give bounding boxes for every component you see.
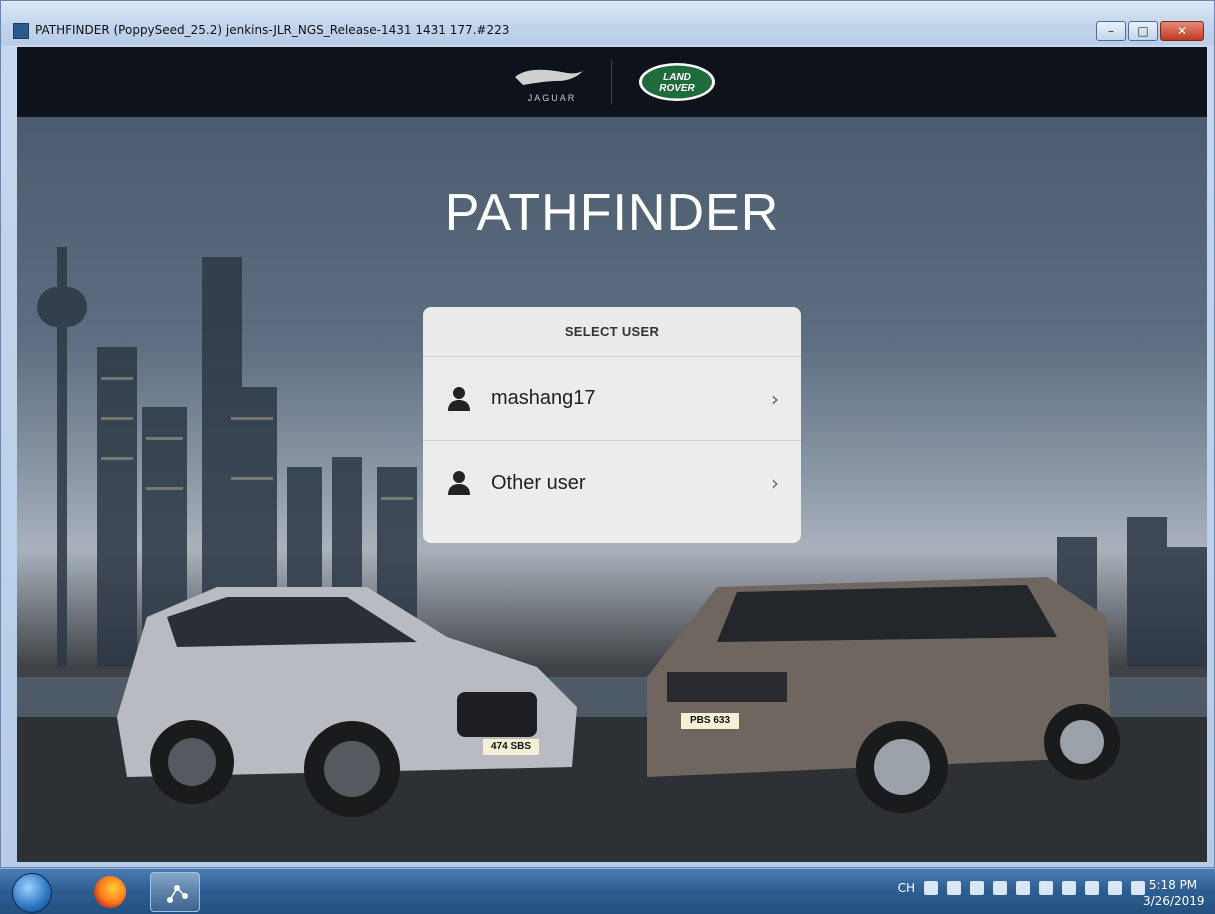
land-rover-license-plate: PBS 633 <box>689 715 731 726</box>
user-icon <box>448 471 470 495</box>
device-icon[interactable] <box>1062 881 1076 895</box>
chevron-right-icon: › <box>771 386 779 411</box>
action-center-flag-icon[interactable] <box>1039 881 1053 895</box>
start-button[interactable] <box>12 873 52 913</box>
taskbar-firefox[interactable] <box>86 872 136 912</box>
svg-text:ROVER: ROVER <box>659 83 695 94</box>
land-rover-logo-icon: LAND ROVER <box>639 63 715 101</box>
language-indicator[interactable]: CH <box>898 881 915 895</box>
window-title: PATHFINDER (PoppySeed_25.2) jenkins-JLR_… <box>35 23 510 37</box>
clock-time: 5:18 PM <box>1148 878 1198 892</box>
brand-bar: JAGUAR LAND ROVER <box>17 47 1207 117</box>
pathfinder-app: 474 SBS PBS 633 JAGUAR LAND ROVER PATHFI… <box>17 47 1207 862</box>
system-tray: CH <box>898 881 1145 895</box>
chevron-right-icon: › <box>771 471 779 495</box>
title-bar[interactable]: PATHFINDER (PoppySeed_25.2) jenkins-JLR_… <box>1 1 1214 45</box>
user-row-mashang17[interactable]: mashang17 › <box>423 357 801 441</box>
firefox-icon <box>94 876 126 908</box>
taskbar-pathfinder[interactable] <box>150 872 200 912</box>
minimize-button[interactable]: – <box>1096 21 1126 41</box>
taskbar: CH 5:18 PM 3/26/2019 <box>0 868 1215 914</box>
volume-icon[interactable] <box>1108 881 1122 895</box>
svg-text:LAND: LAND <box>663 72 691 83</box>
user-icon <box>448 386 470 411</box>
brand-divider <box>611 59 612 105</box>
app-window-icon <box>13 23 29 39</box>
jaguar-wordmark: JAGUAR <box>527 93 577 103</box>
clock-date: 3/26/2019 <box>1143 894 1205 908</box>
pathfinder-app-icon <box>167 885 188 903</box>
display-icon[interactable] <box>1085 881 1099 895</box>
select-user-card: SELECT USER mashang17 › Other user › <box>423 307 801 543</box>
network-icon[interactable] <box>970 881 984 895</box>
security-icon[interactable] <box>993 881 1007 895</box>
user-name: Other user <box>491 471 586 494</box>
notification-icon[interactable] <box>1016 881 1030 895</box>
system-clock[interactable]: 5:18 PM 3/26/2019 <box>1143 877 1205 909</box>
select-user-header: SELECT USER <box>423 307 801 357</box>
window-controls: – □ ✕ <box>1096 21 1204 41</box>
help-icon[interactable] <box>947 881 961 895</box>
keyboard-icon[interactable] <box>924 881 938 895</box>
app-title: PATHFINDER <box>444 184 780 242</box>
maximize-button[interactable]: □ <box>1128 21 1158 41</box>
jaguar-license-plate: 474 SBS <box>490 741 532 752</box>
close-button[interactable]: ✕ <box>1160 21 1204 41</box>
user-row-other-user[interactable]: Other user › <box>423 441 801 525</box>
app-window: PATHFINDER (PoppySeed_25.2) jenkins-JLR_… <box>0 0 1215 868</box>
user-name: mashang17 <box>491 387 596 409</box>
